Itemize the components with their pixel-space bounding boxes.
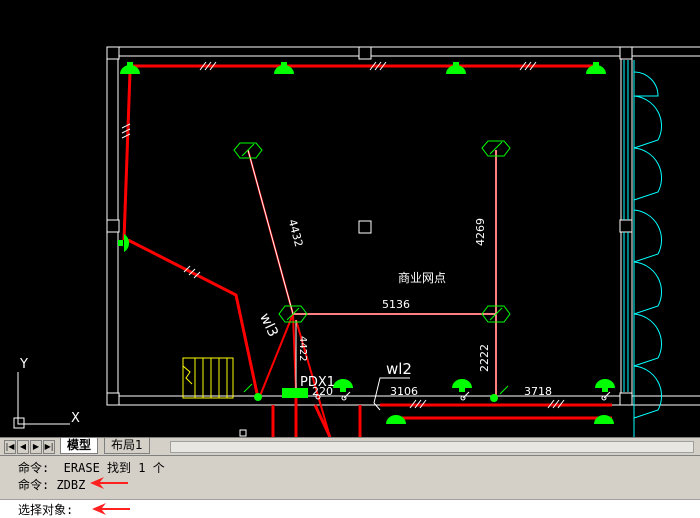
- drawing-canvas[interactable]: Y X 商业网点 4432 4269 5136 2222 4422 220 31…: [0, 0, 700, 437]
- command-input-row[interactable]: 选择对象:: [0, 499, 700, 518]
- ceiling-lights-top: [118, 62, 615, 424]
- ucs-icon: Y X: [13, 357, 80, 429]
- floor-plan[interactable]: Y X 商业网点 4432 4269 5136 2222 4422 220 31…: [0, 0, 700, 437]
- last-tab-button[interactable]: ▶|: [43, 440, 55, 454]
- wire-label-wl3: wl3: [256, 311, 281, 340]
- red-arrow-icon: [90, 477, 128, 489]
- dim-4432: 4432: [286, 218, 306, 248]
- red-arrow-icon: [92, 503, 130, 515]
- prev-tab-button[interactable]: ◀: [17, 440, 29, 454]
- dim-3718: 3718: [524, 385, 552, 398]
- panel-label-pdx1: PDX1: [300, 375, 335, 390]
- dim-3106: 3106: [390, 385, 418, 398]
- stairs: [182, 357, 234, 399]
- dim-4422: 4422: [297, 336, 308, 361]
- window-doors: [623, 60, 663, 437]
- wiring: [122, 64, 612, 437]
- horizontal-scrollbar[interactable]: [170, 441, 694, 453]
- ucs-y-label: Y: [19, 357, 28, 372]
- wiring-inner: [247, 149, 497, 398]
- tab-model[interactable]: 模型: [60, 438, 99, 454]
- dim-2222: 2222: [478, 344, 491, 372]
- next-tab-button[interactable]: ▶: [30, 440, 42, 454]
- command-history-line-2: 命令: ZDBZ: [18, 478, 86, 492]
- command-prompt: 选择对象:: [18, 503, 74, 517]
- wire-label-wl2: wl2: [386, 360, 412, 378]
- room-label: 商业网点: [398, 270, 446, 285]
- dim-4269: 4269: [474, 218, 487, 246]
- command-history-line-1: 命令: ERASE 找到 1 个: [18, 461, 165, 475]
- ucs-x-label: X: [71, 411, 80, 426]
- command-window: 命令: ERASE 找到 1 个 命令: ZDBZ 选择对象:: [0, 455, 700, 518]
- dim-5136: 5136: [382, 298, 410, 311]
- tab-layout1[interactable]: 布局1: [104, 438, 150, 454]
- first-tab-button[interactable]: |◀: [4, 440, 16, 454]
- layout-tab-bar: |◀ ◀ ▶ ▶| 模型 布局1: [0, 437, 700, 455]
- wire-ticks: [121, 61, 565, 409]
